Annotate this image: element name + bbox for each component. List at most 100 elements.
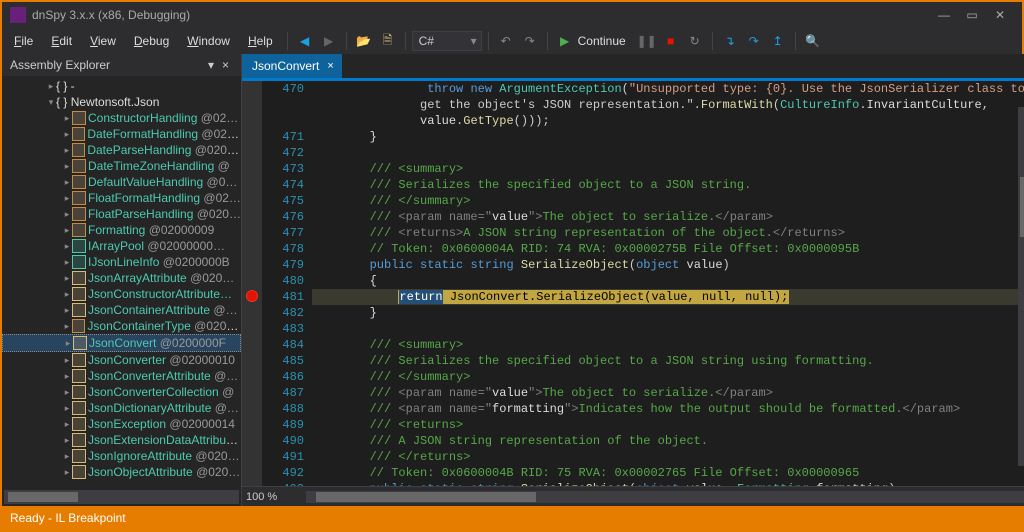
minimize-button[interactable]: — <box>930 8 958 22</box>
step-out-button[interactable]: ↥ <box>767 30 789 52</box>
line-number <box>262 97 304 113</box>
code-line[interactable]: /// Serializes the specified object to a… <box>312 353 1024 369</box>
assembly-tree[interactable]: ▸{ } - ▾{ } Newtonsoft.Json ▸Constructor… <box>2 76 241 488</box>
tree-item[interactable]: ▸IJsonLineInfo @0200000B <box>2 254 241 270</box>
tree-item[interactable]: ▸JsonConverterAttribute @… <box>2 368 241 384</box>
code-line[interactable]: } <box>312 305 1024 321</box>
tree-item[interactable]: ▸DateFormatHandling @020… <box>2 126 241 142</box>
step-into-button[interactable]: ↴ <box>719 30 741 52</box>
continue-button[interactable]: ▶ <box>554 30 576 52</box>
tree-item[interactable]: ▸JsonIgnoreAttribute @020… <box>2 448 241 464</box>
zoom-combo[interactable]: 100 % <box>246 491 302 503</box>
search-button[interactable]: 🔍 <box>802 30 824 52</box>
code-line[interactable]: /// Serializes the specified object to a… <box>312 177 1024 193</box>
tree-item[interactable]: ▸FloatParseHandling @020… <box>2 206 241 222</box>
code-line[interactable]: } <box>312 129 1024 145</box>
restart-button[interactable]: ↻ <box>684 30 706 52</box>
code-line[interactable]: /// <param name="value">The object to se… <box>312 385 1024 401</box>
open-button[interactable]: 📂 <box>353 30 375 52</box>
code-line[interactable]: /// <summary> <box>312 337 1024 353</box>
line-number: 473 <box>262 161 304 177</box>
line-number: 490 <box>262 433 304 449</box>
editor-scrollbar-vertical[interactable] <box>1018 107 1024 466</box>
code-line[interactable]: /// </summary> <box>312 369 1024 385</box>
code-line[interactable]: get the object's JSON representation.".F… <box>312 97 1024 113</box>
tree-item[interactable]: ▸JsonConverter @02000010 <box>2 352 241 368</box>
continue-label[interactable]: Continue <box>578 31 634 51</box>
code-line[interactable]: // Token: 0x0600004A RID: 74 RVA: 0x0000… <box>312 241 1024 257</box>
editor-footer: 100 % <box>242 486 1024 506</box>
tree-item[interactable]: ▸JsonArrayAttribute @020… <box>2 270 241 286</box>
code-line[interactable]: throw new ArgumentException("Unsupported… <box>312 81 1024 97</box>
code-line[interactable]: /// </summary> <box>312 193 1024 209</box>
line-number: 478 <box>262 241 304 257</box>
maximize-button[interactable]: ▭ <box>958 8 986 22</box>
menu-window[interactable]: Window <box>179 31 238 51</box>
code-line[interactable]: // Token: 0x0600004B RID: 75 RVA: 0x0000… <box>312 465 1024 481</box>
tree-item[interactable]: ▸FloatFormatHandling @02… <box>2 190 241 206</box>
pin-icon[interactable]: ▾ <box>204 58 218 72</box>
tree-namespace-empty[interactable]: ▸{ } - <box>2 78 241 94</box>
stop-button[interactable]: ■ <box>660 30 682 52</box>
save-button[interactable]: 🗎 <box>377 30 399 52</box>
code-line[interactable]: /// </returns> <box>312 449 1024 465</box>
line-number: 485 <box>262 353 304 369</box>
menu-help[interactable]: Help <box>240 31 281 51</box>
breakpoint-icon[interactable] <box>246 290 258 302</box>
breakpoint-gutter[interactable] <box>242 81 262 486</box>
tree-item[interactable]: ▸JsonContainerAttribute @… <box>2 302 241 318</box>
code-line[interactable]: /// <returns> <box>312 417 1024 433</box>
tab-close-icon[interactable]: × <box>327 60 333 72</box>
tab-jsonconvert[interactable]: JsonConvert × <box>242 54 342 78</box>
line-number: 481 <box>262 289 304 305</box>
assembly-explorer-title: Assembly Explorer <box>10 58 110 72</box>
nav-forward-button[interactable]: ▶ <box>318 30 340 52</box>
tree-item[interactable]: ▸JsonObjectAttribute @020… <box>2 464 241 480</box>
code-line[interactable]: value.GetType())); <box>312 113 1024 129</box>
tree-item[interactable]: ▸JsonDictionaryAttribute @… <box>2 400 241 416</box>
panel-close-icon[interactable]: × <box>218 58 233 72</box>
undo-button[interactable]: ↶ <box>495 30 517 52</box>
menu-edit[interactable]: Edit <box>43 31 80 51</box>
code-line[interactable]: /// <returns>A JSON string representatio… <box>312 225 1024 241</box>
code-line[interactable]: { <box>312 273 1024 289</box>
tree-item[interactable]: ▸JsonException @02000014 <box>2 416 241 432</box>
tree-item[interactable]: ▸JsonConstructorAttribute… <box>2 286 241 302</box>
redo-button[interactable]: ↷ <box>519 30 541 52</box>
pause-button[interactable]: ❚❚ <box>636 30 658 52</box>
code-line[interactable] <box>312 145 1024 161</box>
tree-item[interactable]: ▸IArrayPool @02000000… <box>2 238 241 254</box>
tree-item[interactable]: ▸ConstructorHandling @02… <box>2 110 241 126</box>
code-line[interactable]: return JsonConvert.SerializeObject(value… <box>312 289 1024 305</box>
menu-view[interactable]: View <box>82 31 124 51</box>
menu-debug[interactable]: Debug <box>126 31 177 51</box>
tab-label: JsonConvert <box>252 59 319 73</box>
code-line[interactable]: public static string SerializeObject(obj… <box>312 481 1024 486</box>
step-over-button[interactable]: ↷ <box>743 30 765 52</box>
code-line[interactable]: /// <summary> <box>312 161 1024 177</box>
menu-file[interactable]: File <box>6 31 41 51</box>
code-line[interactable]: /// <param name="formatting">Indicates h… <box>312 401 1024 417</box>
language-combo[interactable]: C# <box>412 31 482 51</box>
editor-scrollbar-horizontal[interactable] <box>306 491 1024 503</box>
tree-item[interactable]: ▸DateTimeZoneHandling @ <box>2 158 241 174</box>
tree-item[interactable]: ▸Formatting @02000009 <box>2 222 241 238</box>
tree-item[interactable]: ▸JsonExtensionDataAttribut… <box>2 432 241 448</box>
code-line[interactable] <box>312 321 1024 337</box>
tree-item[interactable]: ▸JsonContainerType @0200… <box>2 318 241 334</box>
tree-scrollbar-horizontal[interactable] <box>4 490 239 504</box>
tree-item[interactable]: ▸DefaultValueHandling @0… <box>2 174 241 190</box>
code-line[interactable]: /// A JSON string representation of the … <box>312 433 1024 449</box>
tree-item[interactable]: ▸DateParseHandling @0200… <box>2 142 241 158</box>
tree-namespace-root[interactable]: ▾{ } Newtonsoft.Json <box>2 94 241 110</box>
nav-back-button[interactable]: ◀ <box>294 30 316 52</box>
tree-item[interactable]: ▸JsonConverterCollection @ <box>2 384 241 400</box>
code-line[interactable]: /// <param name="value">The object to se… <box>312 209 1024 225</box>
line-number: 480 <box>262 273 304 289</box>
editor-body[interactable]: 4704714724734744754764774784794804814824… <box>242 80 1024 486</box>
tree-item[interactable]: ▸JsonConvert @0200000F <box>2 334 241 352</box>
titlebar: dnSpy 3.x.x (x86, Debugging) — ▭ ✕ <box>2 2 1022 28</box>
code-line[interactable]: public static string SerializeObject(obj… <box>312 257 1024 273</box>
close-button[interactable]: ✕ <box>986 8 1014 22</box>
code-view[interactable]: throw new ArgumentException("Unsupported… <box>312 81 1024 486</box>
